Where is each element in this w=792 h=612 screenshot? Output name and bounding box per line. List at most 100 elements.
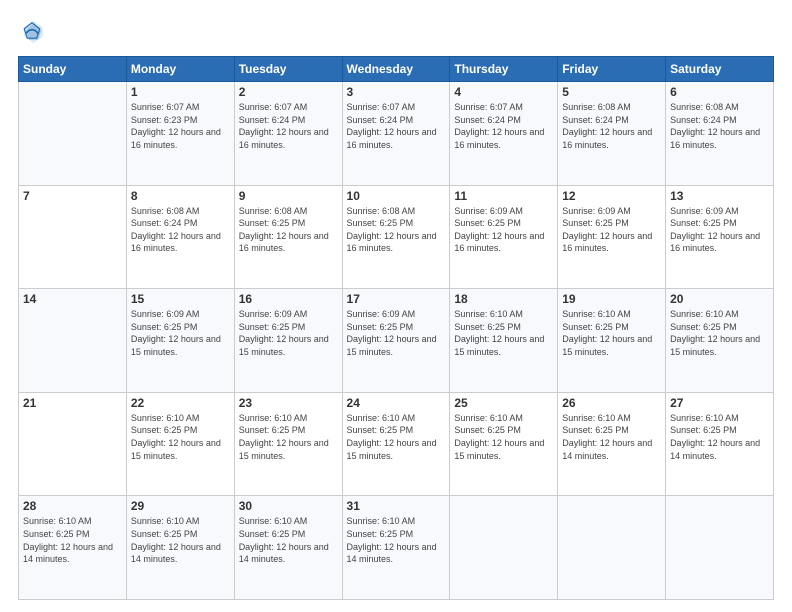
day-info: Sunrise: 6:08 AM Sunset: 6:24 PM Dayligh… [131, 205, 230, 255]
day-header-wednesday: Wednesday [342, 57, 450, 82]
day-number: 20 [670, 292, 769, 306]
day-info: Sunrise: 6:10 AM Sunset: 6:25 PM Dayligh… [562, 308, 661, 358]
day-number: 25 [454, 396, 553, 410]
day-number: 12 [562, 189, 661, 203]
day-number: 15 [131, 292, 230, 306]
day-cell: 22 Sunrise: 6:10 AM Sunset: 6:25 PM Dayli… [126, 392, 234, 496]
day-cell: 26 Sunrise: 6:10 AM Sunset: 6:25 PM Dayli… [558, 392, 666, 496]
day-cell: 27Sunrise: 6:10 AM Sunset: 6:25 PM Dayli… [666, 392, 774, 496]
day-cell: 23Sunrise: 6:10 AM Sunset: 6:25 PM Dayli… [234, 392, 342, 496]
day-cell: 4Sunrise: 6:07 AM Sunset: 6:24 PM Daylig… [450, 82, 558, 186]
day-info: Sunrise: 6:10 AM Sunset: 6:25 PM Dayligh… [454, 412, 553, 462]
logo [18, 18, 48, 46]
day-info: Sunrise: 6:07 AM Sunset: 6:23 PM Dayligh… [131, 101, 230, 151]
day-cell: 25 Sunrise: 6:10 AM Sunset: 6:25 PM Dayli… [450, 392, 558, 496]
day-cell: 3 Sunrise: 6:07 AM Sunset: 6:24 PM Daylig… [342, 82, 450, 186]
day-number: 30 [239, 499, 338, 513]
day-number: 10 [347, 189, 446, 203]
day-number: 28 [23, 499, 122, 513]
day-info: Sunrise: 6:10 AM Sunset: 6:25 PM Dayligh… [347, 515, 446, 565]
logo-icon [18, 18, 46, 46]
day-cell: 13 Sunrise: 6:09 AM Sunset: 6:25 PM Dayli… [666, 185, 774, 289]
day-number: 17 [347, 292, 446, 306]
day-info: Sunrise: 6:10 AM Sunset: 6:25 PM Dayligh… [347, 412, 446, 462]
day-cell: 18 Sunrise: 6:10 AM Sunset: 6:25 PM Dayli… [450, 289, 558, 393]
day-cell: 9Sunrise: 6:08 AM Sunset: 6:25 PM Daylig… [234, 185, 342, 289]
day-cell: 17 Sunrise: 6:09 AM Sunset: 6:25 PM Dayli… [342, 289, 450, 393]
day-info: Sunrise: 6:09 AM Sunset: 6:25 PM Dayligh… [562, 205, 661, 255]
day-cell [666, 496, 774, 600]
day-cell [450, 496, 558, 600]
day-number: 23 [239, 396, 338, 410]
day-number: 6 [670, 85, 769, 99]
day-cell [558, 496, 666, 600]
day-header-friday: Friday [558, 57, 666, 82]
day-header-tuesday: Tuesday [234, 57, 342, 82]
header [18, 18, 774, 46]
day-cell: 30 Sunrise: 6:10 AM Sunset: 6:25 PM Dayli… [234, 496, 342, 600]
day-number: 21 [23, 396, 122, 410]
day-info: Sunrise: 6:10 AM Sunset: 6:25 PM Dayligh… [454, 308, 553, 358]
day-number: 19 [562, 292, 661, 306]
day-number: 14 [23, 292, 122, 306]
week-row-2: 78 Sunrise: 6:08 AM Sunset: 6:24 PM Dayli… [19, 185, 774, 289]
day-number: 8 [131, 189, 230, 203]
day-number: 11 [454, 189, 553, 203]
day-info: Sunrise: 6:10 AM Sunset: 6:25 PM Dayligh… [670, 412, 769, 462]
header-row: SundayMondayTuesdayWednesdayThursdayFrid… [19, 57, 774, 82]
day-header-sunday: Sunday [19, 57, 127, 82]
day-info: Sunrise: 6:08 AM Sunset: 6:25 PM Dayligh… [239, 205, 338, 255]
day-info: Sunrise: 6:10 AM Sunset: 6:25 PM Dayligh… [131, 412, 230, 462]
day-info: Sunrise: 6:07 AM Sunset: 6:24 PM Dayligh… [454, 101, 553, 151]
day-info: Sunrise: 6:08 AM Sunset: 6:24 PM Dayligh… [562, 101, 661, 151]
day-number: 31 [347, 499, 446, 513]
day-info: Sunrise: 6:09 AM Sunset: 6:25 PM Dayligh… [239, 308, 338, 358]
day-cell: 11 Sunrise: 6:09 AM Sunset: 6:25 PM Dayli… [450, 185, 558, 289]
day-info: Sunrise: 6:07 AM Sunset: 6:24 PM Dayligh… [239, 101, 338, 151]
day-info: Sunrise: 6:10 AM Sunset: 6:25 PM Dayligh… [670, 308, 769, 358]
day-header-thursday: Thursday [450, 57, 558, 82]
day-cell: 12 Sunrise: 6:09 AM Sunset: 6:25 PM Dayli… [558, 185, 666, 289]
day-info: Sunrise: 6:07 AM Sunset: 6:24 PM Dayligh… [347, 101, 446, 151]
day-cell: 6 Sunrise: 6:08 AM Sunset: 6:24 PM Daylig… [666, 82, 774, 186]
day-cell: 24 Sunrise: 6:10 AM Sunset: 6:25 PM Dayli… [342, 392, 450, 496]
page: SundayMondayTuesdayWednesdayThursdayFrid… [0, 0, 792, 612]
day-number: 7 [23, 189, 122, 203]
day-number: 26 [562, 396, 661, 410]
day-cell: 29Sunrise: 6:10 AM Sunset: 6:25 PM Dayli… [126, 496, 234, 600]
day-info: Sunrise: 6:09 AM Sunset: 6:25 PM Dayligh… [670, 205, 769, 255]
day-info: Sunrise: 6:09 AM Sunset: 6:25 PM Dayligh… [347, 308, 446, 358]
day-cell: 8 Sunrise: 6:08 AM Sunset: 6:24 PM Daylig… [126, 185, 234, 289]
week-row-5: 28 Sunrise: 6:10 AM Sunset: 6:25 PM Dayli… [19, 496, 774, 600]
day-number: 2 [239, 85, 338, 99]
week-row-1: 1Sunrise: 6:07 AM Sunset: 6:23 PM Daylig… [19, 82, 774, 186]
day-info: Sunrise: 6:09 AM Sunset: 6:25 PM Dayligh… [454, 205, 553, 255]
day-cell: 7 [19, 185, 127, 289]
day-cell: 20 Sunrise: 6:10 AM Sunset: 6:25 PM Dayli… [666, 289, 774, 393]
day-info: Sunrise: 6:10 AM Sunset: 6:25 PM Dayligh… [131, 515, 230, 565]
day-cell: 21 [19, 392, 127, 496]
day-info: Sunrise: 6:08 AM Sunset: 6:25 PM Dayligh… [347, 205, 446, 255]
day-info: Sunrise: 6:10 AM Sunset: 6:25 PM Dayligh… [239, 515, 338, 565]
day-cell: 19 Sunrise: 6:10 AM Sunset: 6:25 PM Dayli… [558, 289, 666, 393]
day-info: Sunrise: 6:09 AM Sunset: 6:25 PM Dayligh… [131, 308, 230, 358]
day-number: 24 [347, 396, 446, 410]
day-number: 18 [454, 292, 553, 306]
day-header-monday: Monday [126, 57, 234, 82]
day-cell: 2 Sunrise: 6:07 AM Sunset: 6:24 PM Daylig… [234, 82, 342, 186]
day-number: 3 [347, 85, 446, 99]
day-number: 22 [131, 396, 230, 410]
day-cell: 15 Sunrise: 6:09 AM Sunset: 6:25 PM Dayli… [126, 289, 234, 393]
day-number: 13 [670, 189, 769, 203]
day-cell: 16Sunrise: 6:09 AM Sunset: 6:25 PM Dayli… [234, 289, 342, 393]
week-row-3: 14 15 Sunrise: 6:09 AM Sunset: 6:25 PM Day… [19, 289, 774, 393]
day-cell: 5Sunrise: 6:08 AM Sunset: 6:24 PM Daylig… [558, 82, 666, 186]
day-header-saturday: Saturday [666, 57, 774, 82]
day-cell: 28Sunrise: 6:10 AM Sunset: 6:25 PM Dayli… [19, 496, 127, 600]
day-info: Sunrise: 6:08 AM Sunset: 6:24 PM Dayligh… [670, 101, 769, 151]
day-info: Sunrise: 6:10 AM Sunset: 6:25 PM Dayligh… [562, 412, 661, 462]
day-cell: 14 [19, 289, 127, 393]
day-cell: 31 Sunrise: 6:10 AM Sunset: 6:25 PM Dayli… [342, 496, 450, 600]
calendar-table: SundayMondayTuesdayWednesdayThursdayFrid… [18, 56, 774, 600]
day-cell [19, 82, 127, 186]
